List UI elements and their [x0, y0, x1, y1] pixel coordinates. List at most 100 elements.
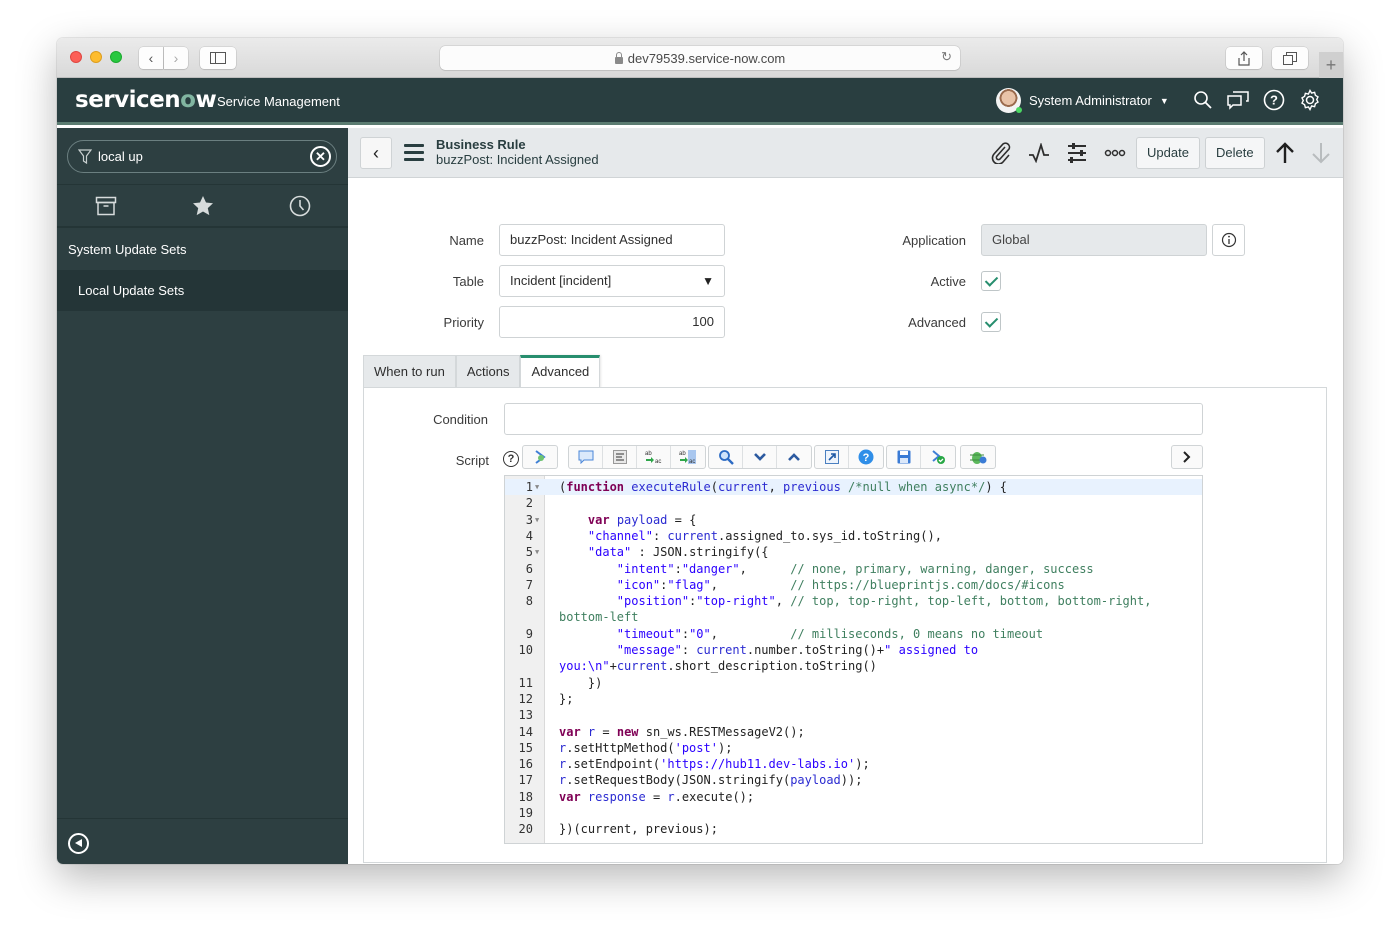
code-line[interactable]: 6 "intent":"danger", // none, primary, w… — [505, 561, 1202, 577]
share-button[interactable] — [1226, 47, 1262, 69]
nav-module-local-update-sets[interactable]: Local Update Sets — [57, 270, 348, 311]
floppy-disk-icon — [897, 450, 910, 464]
tab-advanced[interactable]: Advanced — [520, 355, 601, 388]
search-button[interactable] — [709, 446, 743, 468]
code-text: you:\n"+current.short_description.toStri… — [559, 659, 877, 674]
filter-text: local up — [98, 149, 143, 164]
replace-all-button[interactable]: ab ac — [671, 446, 705, 468]
navigator-filter-input[interactable]: local up ✕ — [67, 140, 337, 173]
close-window-button[interactable] — [70, 51, 82, 63]
save-script-button[interactable] — [887, 446, 921, 468]
find-previous-button[interactable] — [777, 446, 811, 468]
application-info-button[interactable] — [1212, 224, 1245, 256]
condition-input[interactable] — [504, 403, 1203, 435]
script-debugger-button[interactable] — [961, 446, 995, 468]
condition-label: Condition — [433, 412, 488, 427]
code-line[interactable]: 10 "message": current.number.toString()+… — [505, 642, 1202, 658]
form-context-menu[interactable] — [404, 144, 424, 161]
code-line[interactable]: 14 var r = new sn_ws.RESTMessageV2(); — [505, 724, 1202, 740]
logo-text-suffix: w — [195, 87, 217, 113]
clear-filter-icon[interactable]: ✕ — [310, 146, 331, 167]
code-line[interactable]: 12}; — [505, 691, 1202, 707]
expand-toolbar-button[interactable] — [1172, 446, 1202, 468]
advanced-checkbox[interactable] — [981, 312, 1001, 332]
code-line[interactable]: 18 var response = r.execute(); — [505, 789, 1202, 805]
code-line[interactable]: you:\n"+current.short_description.toStri… — [505, 658, 1202, 674]
line-number: 14 — [518, 724, 533, 739]
forward-nav-button[interactable]: › — [164, 47, 188, 69]
archive-box-icon — [95, 196, 116, 215]
fold-toggle-icon[interactable]: ▼ — [535, 479, 539, 495]
code-line[interactable]: 19 — [505, 805, 1202, 821]
code-line[interactable]: 11 }) — [505, 675, 1202, 691]
nav-module-system-update-sets[interactable]: System Update Sets — [57, 229, 348, 270]
code-line[interactable]: 16 r.setEndpoint('https://hub11.dev-labs.… — [505, 756, 1202, 772]
sidebar-toggle-button[interactable] — [200, 47, 236, 69]
navigator-tabs — [57, 184, 348, 228]
code-line[interactable]: 4 "channel": current.assigned_to.sys_id.… — [505, 528, 1202, 544]
next-record-button[interactable] — [1308, 141, 1334, 165]
comment-selection-button[interactable] — [569, 446, 603, 468]
help-button[interactable]: ? — [1262, 88, 1286, 112]
line-number: 6 — [525, 561, 533, 576]
fold-toggle-icon[interactable]: ▼ — [535, 544, 539, 560]
priority-input[interactable]: 100 — [499, 306, 725, 338]
new-tab-button[interactable]: + — [1319, 52, 1343, 78]
tab-history[interactable] — [251, 185, 348, 226]
global-search-button[interactable] — [1191, 88, 1215, 112]
previous-record-button[interactable] — [1272, 141, 1298, 165]
code-line[interactable]: 7 "icon":"flag", // https://blueprintjs.… — [505, 577, 1202, 593]
reload-icon[interactable]: ↻ — [941, 49, 952, 65]
zoom-window-button[interactable] — [110, 51, 122, 63]
avatar — [996, 88, 1022, 113]
tabs-overview-button[interactable] — [1272, 47, 1308, 69]
code-line[interactable]: 13 — [505, 707, 1202, 723]
user-menu[interactable]: System Administrator ▼ — [996, 88, 1169, 113]
address-bar[interactable]: dev79539.service-now.com ↻ — [440, 46, 960, 70]
application-label: Application — [902, 233, 966, 248]
table-select[interactable]: Incident [incident] ▼ — [499, 265, 725, 297]
hamburger-line — [404, 151, 424, 154]
code-line[interactable]: 17 r.setRequestBody(JSON.stringify(payloa… — [505, 772, 1202, 788]
back-nav-button[interactable]: ‹ — [139, 47, 163, 69]
code-line[interactable]: 9 "timeout":"0", // milliseconds, 0 mean… — [505, 626, 1202, 642]
more-options-button[interactable] — [1102, 141, 1128, 165]
tab-all-applications[interactable] — [57, 185, 154, 226]
tab-when-to-run[interactable]: When to run — [363, 355, 456, 387]
code-line[interactable]: bottom-left — [505, 609, 1202, 625]
fold-toggle-icon[interactable]: ▼ — [535, 512, 539, 528]
name-input[interactable]: buzzPost: Incident Assigned — [499, 224, 725, 256]
script-editor[interactable]: 1 ▼ (function executeRule(current, previou… — [504, 475, 1203, 844]
connect-chat-button[interactable] — [1226, 88, 1250, 112]
code-line[interactable]: 20})(current, previous); — [505, 821, 1202, 837]
script-help-button[interactable]: ? — [849, 446, 883, 468]
toggle-syntax-highlighting-button[interactable] — [523, 446, 557, 468]
code-line[interactable]: 8 "position":"top-right", // top, top-ri… — [505, 593, 1202, 609]
advanced-tab-panel: Condition Script ? ab ac ab ac ? 1 ▼ (fu… — [363, 387, 1327, 863]
tab-actions[interactable]: Actions — [455, 355, 521, 387]
code-line[interactable]: 2 — [505, 495, 1202, 511]
tab-favorites[interactable] — [154, 185, 251, 226]
update-button[interactable]: Update — [1136, 137, 1200, 169]
toggle-fullscreen-button[interactable] — [815, 446, 849, 468]
minimize-window-button[interactable] — [90, 51, 102, 63]
fullscreen-icon — [824, 450, 839, 464]
activity-stream-button[interactable] — [1026, 141, 1052, 165]
format-code-button[interactable] — [603, 446, 637, 468]
code-line[interactable]: 3 ▼ var payload = { — [505, 512, 1202, 528]
code-line[interactable]: 15 r.setHttpMethod('post'); — [505, 740, 1202, 756]
code-line[interactable]: 1 ▼ (function executeRule(current, previou… — [505, 479, 1202, 496]
code-line[interactable]: 5 ▼ "data" : JSON.stringify({ — [505, 544, 1202, 560]
delete-button[interactable]: Delete — [1205, 137, 1265, 169]
replace-button[interactable]: ab ac — [637, 446, 671, 468]
collapse-navigator-icon[interactable] — [68, 833, 89, 854]
find-next-button[interactable] — [743, 446, 777, 468]
attachment-button[interactable] — [988, 141, 1014, 165]
back-button[interactable]: ‹ — [360, 137, 392, 169]
personalize-form-button[interactable] — [1064, 141, 1090, 165]
check-syntax-button[interactable] — [921, 446, 955, 468]
active-checkbox[interactable] — [981, 271, 1001, 291]
help-circle-icon: ? — [858, 449, 874, 465]
settings-button[interactable] — [1298, 88, 1322, 112]
servicenow-logo[interactable]: servicenow — [75, 87, 217, 113]
